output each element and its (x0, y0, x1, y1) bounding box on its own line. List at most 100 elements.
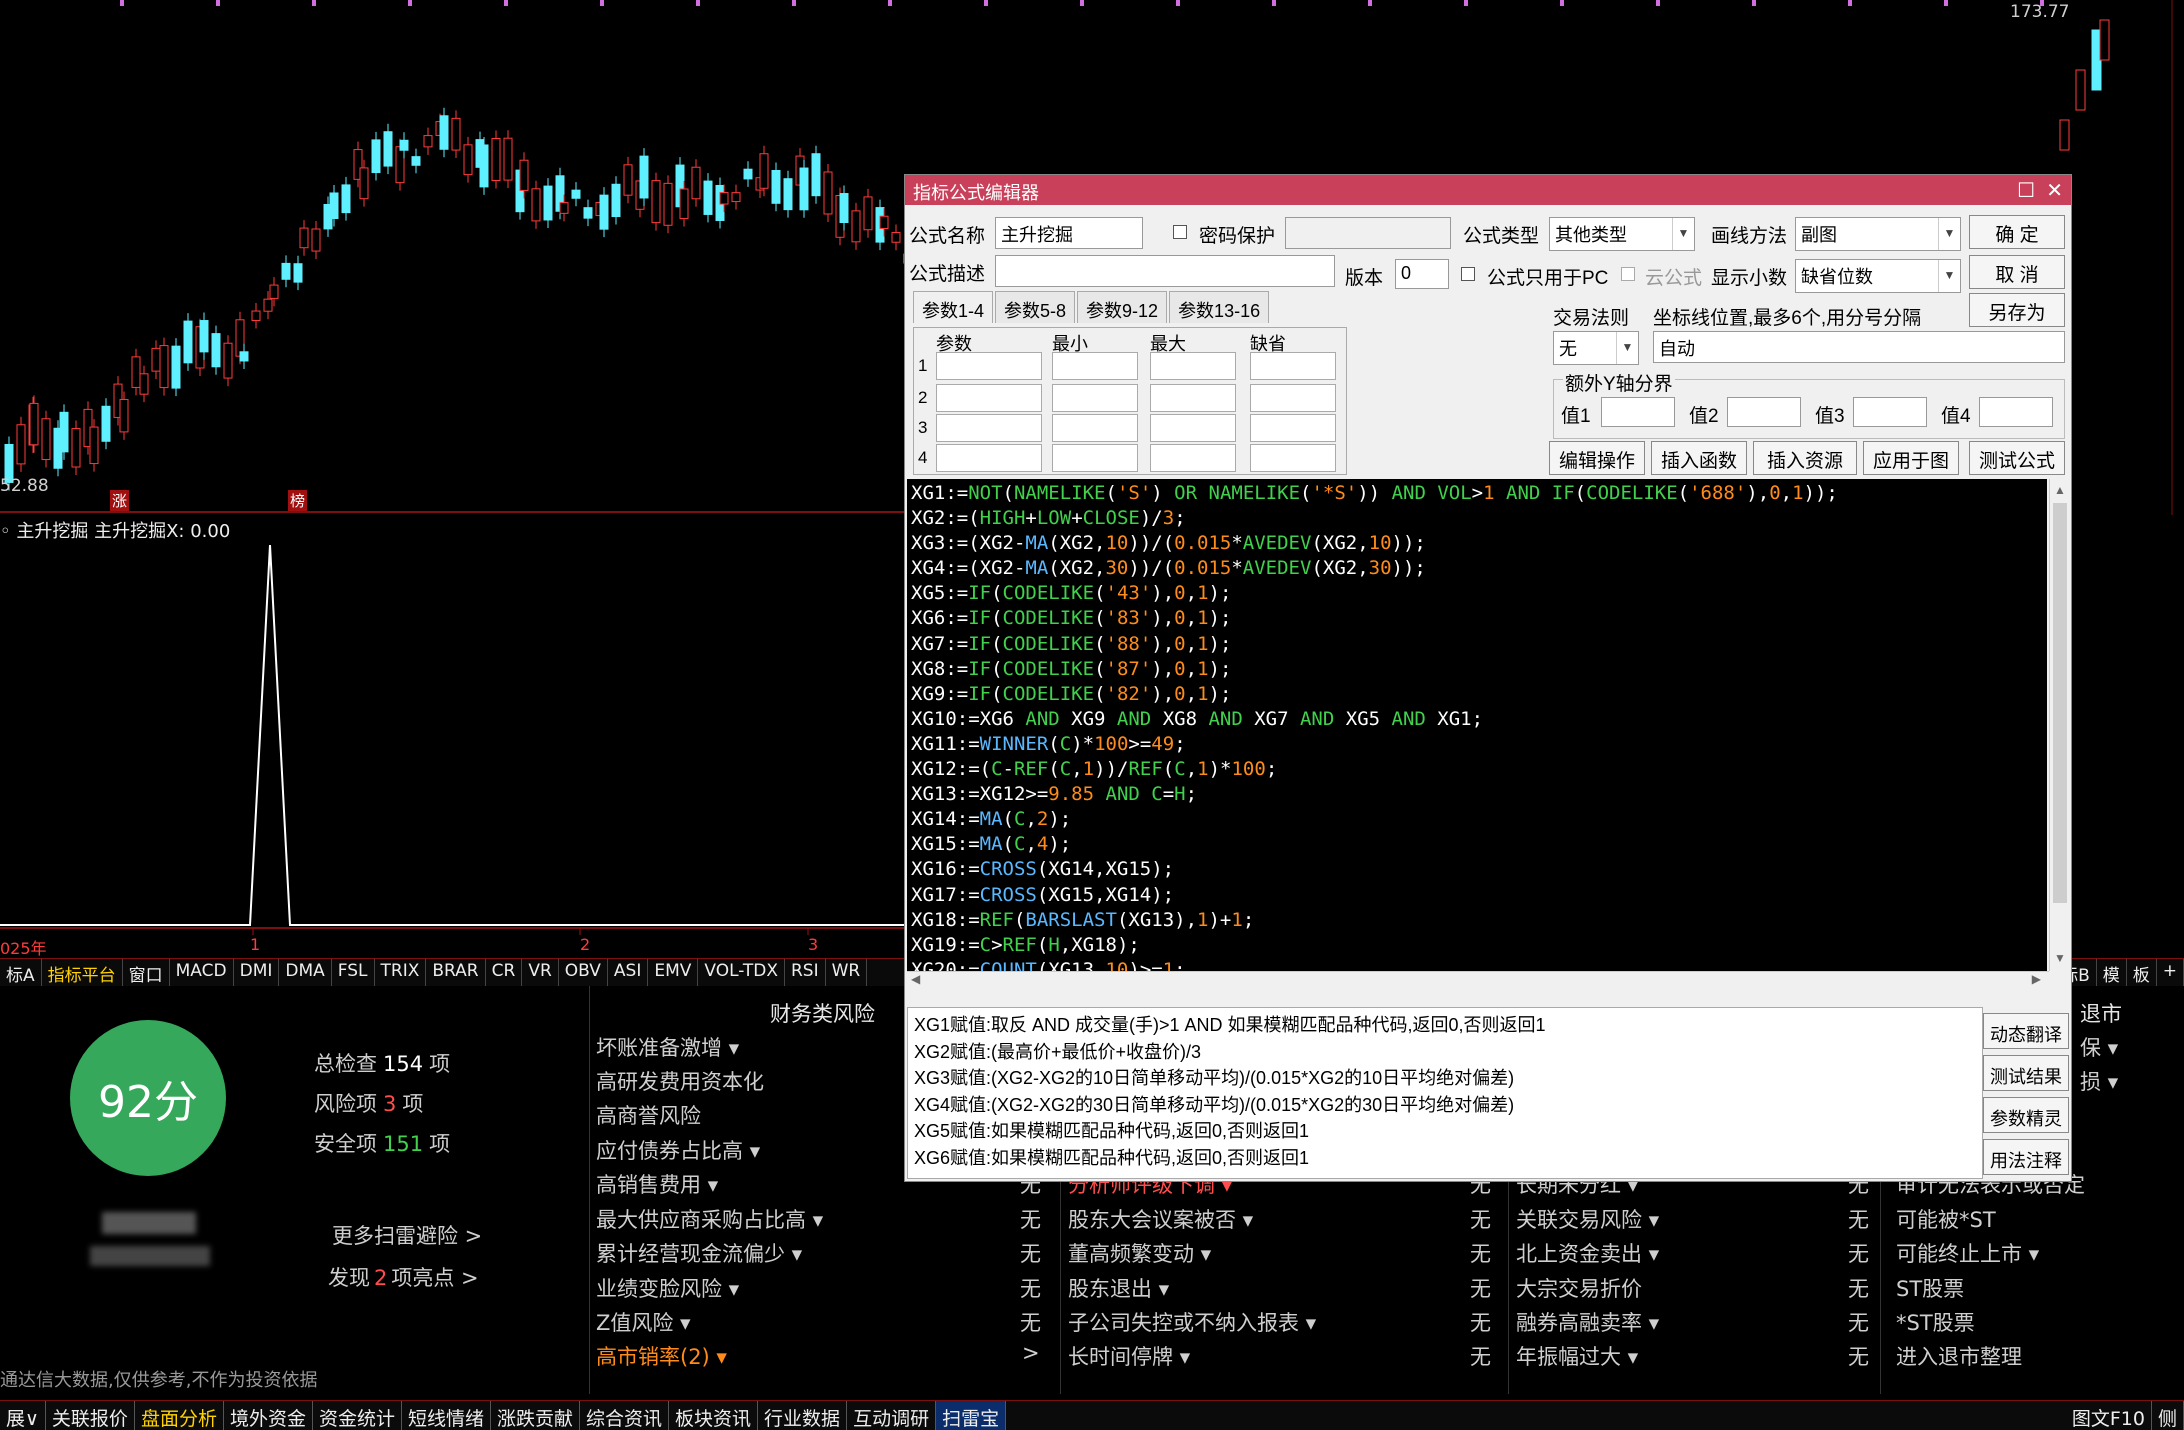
param-cell[interactable] (1150, 352, 1236, 380)
bottom-tab[interactable]: 关联报价 (46, 1401, 135, 1430)
vertical-scrollbar[interactable]: ▲ ▼ (2049, 479, 2069, 971)
risk-item[interactable]: 累计经营现金流偏少 ▾ (596, 1238, 802, 1268)
tab-window[interactable]: 窗口 (123, 959, 170, 986)
risk-item[interactable]: 子公司失控或不纳入报表 ▾ (1068, 1307, 1316, 1337)
password-checkbox[interactable] (1173, 225, 1187, 239)
bottom-tab[interactable]: 短线情绪 (402, 1401, 491, 1430)
tab-macd[interactable]: MACD (170, 959, 234, 986)
dynamic-translate-button[interactable]: 动态翻译 (1983, 1013, 2069, 1049)
highlights-link[interactable]: 发现 2 项亮点 > (328, 1262, 479, 1292)
bottom-tab[interactable]: 涨跌贡献 (491, 1401, 581, 1430)
risk-item[interactable]: 董高频繁变动 ▾ (1068, 1238, 1211, 1268)
tab-fsl[interactable]: FSL (332, 959, 375, 986)
dialog-titlebar[interactable]: 指标公式编辑器 ☐ ✕ (905, 175, 2071, 205)
param-cell[interactable] (1052, 414, 1138, 442)
tab-params-9-12[interactable]: 参数9-12 (1077, 291, 1168, 323)
risk-item[interactable]: Z值风险 ▾ (596, 1307, 691, 1337)
risk-item[interactable]: 保 ▾ (2080, 1032, 2118, 1062)
tab-params-1-4[interactable]: 参数1-4 (913, 291, 994, 323)
tab-trix[interactable]: TRIX (375, 959, 427, 986)
param-cell[interactable] (936, 414, 1042, 442)
chevron-up-icon[interactable]: ▲ (2054, 483, 2066, 497)
risk-item[interactable]: 损 ▾ (2080, 1066, 2118, 1096)
param-cell[interactable] (936, 352, 1042, 380)
risk-item[interactable]: 可能终止上市 ▾ (1896, 1238, 2039, 1268)
param-wizard-button[interactable]: 参数精灵 (1983, 1097, 2069, 1133)
risk-item[interactable]: 大宗交易折价 (1516, 1273, 1642, 1303)
value4-input[interactable] (1979, 397, 2053, 427)
risk-item[interactable]: ST股票 (1896, 1273, 1964, 1303)
bottom-tab[interactable]: 盘面分析 (135, 1401, 224, 1430)
test-formula-button[interactable]: 测试公式 (1969, 441, 2065, 475)
tab-item[interactable]: 板 (2127, 959, 2157, 986)
bottom-tab[interactable]: 行业数据 (758, 1401, 848, 1430)
tab-emv[interactable]: EMV (648, 959, 699, 986)
decimal-select[interactable]: 缺省位数 ▼ (1795, 259, 1961, 293)
tab-asi[interactable]: ASI (608, 959, 649, 986)
maximize-icon[interactable]: ☐ (2017, 178, 2035, 203)
tab-wr[interactable]: WR (826, 959, 868, 986)
param-cell[interactable] (1052, 384, 1138, 412)
bottom-tab[interactable]: 板块资讯 (669, 1401, 759, 1430)
param-cell[interactable] (1150, 384, 1236, 412)
edit-op-button[interactable]: 编辑操作 (1549, 441, 1645, 475)
risk-item[interactable]: 高商誉风险 (596, 1100, 701, 1130)
tab-cr[interactable]: CR (486, 959, 523, 986)
risk-item-highlight[interactable]: 高市销率(2) ▾ (596, 1341, 727, 1371)
tab-params-13-16[interactable]: 参数13-16 (1169, 291, 1270, 323)
password-input[interactable] (1285, 217, 1451, 249)
tab-dmi[interactable]: DMI (234, 959, 280, 986)
tab-params-5-8[interactable]: 参数5-8 (995, 291, 1076, 323)
risk-item[interactable]: 业绩变脸风险 ▾ (596, 1273, 739, 1303)
tab-vr[interactable]: VR (522, 959, 559, 986)
risk-item[interactable]: 关联交易风险 ▾ (1516, 1204, 1659, 1234)
tab-item[interactable]: 标A (0, 959, 42, 986)
value2-input[interactable] (1727, 397, 1801, 427)
risk-item[interactable]: 可能被*ST (1896, 1204, 1996, 1234)
param-cell[interactable] (1150, 414, 1236, 442)
param-cell[interactable] (1250, 414, 1336, 442)
param-cell[interactable] (936, 444, 1042, 472)
risk-item[interactable]: 股东退出 ▾ (1068, 1273, 1169, 1303)
scrollbar-thumb[interactable] (2053, 503, 2067, 903)
chevron-right-icon[interactable]: ▶ (2032, 972, 2041, 986)
risk-item[interactable]: 坏账准备激增 ▾ (596, 1032, 739, 1062)
trade-rule-select[interactable]: 无 ▼ (1553, 331, 1639, 365)
risk-item[interactable]: 融券高融卖率 ▾ (1516, 1307, 1659, 1337)
insert-func-button[interactable]: 插入函数 (1651, 441, 1747, 475)
tab-dma[interactable]: DMA (279, 959, 332, 986)
formula-code-editor[interactable]: XG1:=NOT(NAMELIKE('S') OR NAMELIKE('*S')… (907, 479, 2047, 971)
insert-res-button[interactable]: 插入资源 (1753, 441, 1857, 475)
chevron-down-icon[interactable]: ▼ (2054, 951, 2066, 965)
tab-add[interactable]: + (2157, 959, 2184, 986)
draw-method-select[interactable]: 副图 ▼ (1795, 217, 1961, 251)
risk-item[interactable]: 进入退市整理 (1896, 1341, 2022, 1371)
side-tab[interactable]: 侧 (2152, 1401, 2184, 1430)
bottom-tab[interactable]: 境外资金 (224, 1401, 313, 1430)
tab-rsi[interactable]: RSI (785, 959, 826, 986)
tab-indicator-platform[interactable]: 指标平台 (42, 959, 123, 986)
coord-input[interactable]: 自动 (1653, 331, 2065, 363)
save-as-button[interactable]: 另存为 (1969, 293, 2065, 327)
formula-type-select[interactable]: 其他类型 ▼ (1549, 217, 1695, 251)
risk-item[interactable]: 高研发费用资本化 (596, 1066, 764, 1096)
param-cell[interactable] (1250, 384, 1336, 412)
risk-item[interactable]: 北上资金卖出 ▾ (1516, 1238, 1659, 1268)
param-cell[interactable] (1150, 444, 1236, 472)
close-icon[interactable]: ✕ (2046, 178, 2063, 203)
risk-item[interactable]: 最大供应商采购占比高 ▾ (596, 1204, 823, 1234)
value1-input[interactable] (1601, 397, 1675, 427)
param-cell[interactable] (1052, 352, 1138, 380)
tab-brar[interactable]: BRAR (426, 959, 486, 986)
param-cell[interactable] (1250, 444, 1336, 472)
more-scan-link[interactable]: 更多扫雷避险 > (332, 1220, 482, 1250)
chevron-left-icon[interactable]: ◀ (911, 972, 920, 986)
cloud-checkbox[interactable] (1621, 267, 1635, 281)
param-cell[interactable] (1052, 444, 1138, 472)
bottom-tab[interactable]: 综合资讯 (580, 1401, 670, 1430)
param-cell[interactable] (1250, 352, 1336, 380)
f10-tab[interactable]: 图文F10 (2066, 1401, 2152, 1430)
risk-item[interactable]: 股东大会议案被否 ▾ (1068, 1204, 1253, 1234)
risk-item[interactable]: 应付债券占比高 ▾ (596, 1135, 760, 1165)
risk-item[interactable]: *ST股票 (1896, 1307, 1975, 1337)
